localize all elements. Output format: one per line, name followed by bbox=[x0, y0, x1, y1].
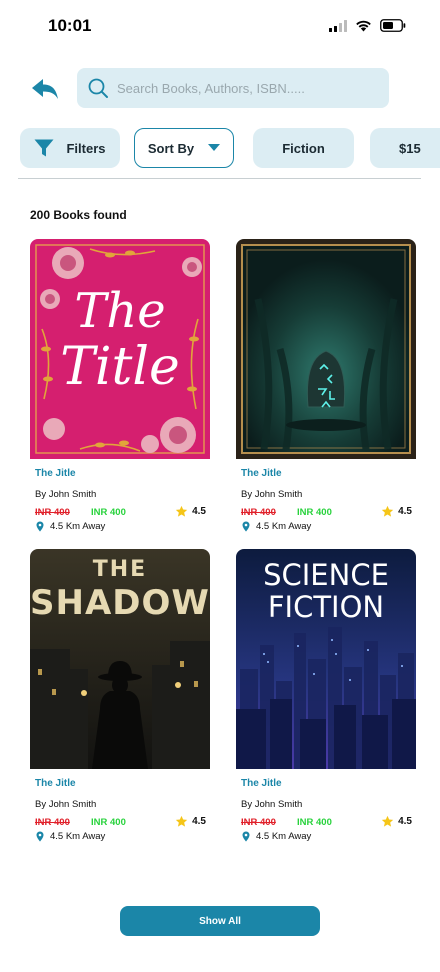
distance-value: 4.5 Km Away bbox=[50, 521, 106, 532]
cover-title-line-2: FICTION bbox=[267, 590, 385, 624]
distance: 4.5 Km Away bbox=[242, 521, 311, 532]
book-card[interactable]: THE SHADOW The Jitle By John Smith INR 4… bbox=[30, 549, 210, 849]
location-pin-icon bbox=[242, 831, 250, 842]
discounted-price: INR 400 bbox=[297, 817, 332, 828]
cover-title-line-1: SCIENCE bbox=[263, 558, 389, 592]
location-pin-icon bbox=[36, 521, 44, 532]
star-icon bbox=[381, 505, 394, 517]
status-time: 10:01 bbox=[48, 16, 92, 35]
divider bbox=[18, 178, 421, 179]
distance: 4.5 Km Away bbox=[36, 831, 105, 842]
fiction-label: Fiction bbox=[282, 140, 325, 156]
battery-icon bbox=[380, 19, 406, 32]
book-title[interactable]: The Jitle bbox=[241, 778, 282, 789]
distance: 4.5 Km Away bbox=[242, 831, 311, 842]
filter-icon bbox=[34, 139, 54, 157]
rating-value: 4.5 bbox=[192, 506, 206, 517]
original-price: INR 400 bbox=[241, 817, 276, 828]
cover-title-text: THE SHADOW bbox=[30, 557, 210, 623]
filter-chips-row: Filters Sort By Fiction $15 bbox=[20, 128, 440, 168]
star-icon bbox=[175, 815, 188, 827]
price-chip[interactable]: $15 bbox=[370, 128, 440, 168]
sort-by-label: Sort By bbox=[147, 140, 195, 156]
book-title[interactable]: The Jitle bbox=[35, 778, 76, 789]
book-title[interactable]: The Jitle bbox=[35, 468, 76, 479]
distance: 4.5 Km Away bbox=[36, 521, 105, 532]
rating: 4.5 bbox=[175, 505, 206, 518]
fiction-chip[interactable]: Fiction bbox=[253, 128, 354, 168]
cover-title-text: SCIENCE FICTION bbox=[236, 559, 416, 623]
cover-title-text: The Title bbox=[30, 285, 210, 397]
discounted-price: INR 400 bbox=[91, 507, 126, 518]
wifi-icon bbox=[356, 20, 371, 31]
filters-button[interactable]: Filters bbox=[20, 128, 120, 168]
rating: 4.5 bbox=[381, 505, 412, 518]
back-arrow-icon bbox=[32, 79, 58, 99]
search-input[interactable] bbox=[117, 68, 377, 108]
price-label: $15 bbox=[399, 140, 421, 156]
location-pin-icon bbox=[242, 521, 250, 532]
search-bar[interactable] bbox=[77, 68, 389, 108]
rating: 4.5 bbox=[381, 815, 412, 828]
location-pin-icon bbox=[36, 831, 44, 842]
cellular-signal-icon bbox=[329, 19, 347, 32]
book-title[interactable]: The Jitle bbox=[241, 468, 282, 479]
book-card[interactable]: The Jitle By John Smith INR 400 INR 400 … bbox=[236, 239, 416, 539]
distance-value: 4.5 Km Away bbox=[50, 831, 106, 842]
distance-value: 4.5 Km Away bbox=[256, 521, 312, 532]
sort-by-dropdown[interactable]: Sort By bbox=[134, 128, 234, 168]
rating-value: 4.5 bbox=[398, 506, 412, 517]
rating: 4.5 bbox=[175, 815, 206, 828]
book-cover[interactable]: The Title bbox=[30, 239, 210, 459]
book-card[interactable]: The Title The Jitle By John Smith INR 40… bbox=[30, 239, 210, 539]
back-button[interactable] bbox=[28, 72, 64, 108]
rating-value: 4.5 bbox=[192, 816, 206, 827]
cover-title-line-1: The bbox=[74, 283, 166, 339]
results-count: 200 Books found bbox=[30, 208, 127, 222]
rating-value: 4.5 bbox=[398, 816, 412, 827]
filters-label: Filters bbox=[66, 140, 106, 156]
discounted-price: INR 400 bbox=[91, 817, 126, 828]
status-icons bbox=[329, 19, 406, 32]
star-icon bbox=[175, 505, 188, 517]
status-bar: 10:01 bbox=[0, 0, 440, 50]
book-author: By John Smith bbox=[241, 799, 303, 810]
star-icon bbox=[381, 815, 394, 827]
cover-title-line-1: THE bbox=[92, 557, 148, 582]
show-all-button[interactable]: Show All bbox=[120, 906, 320, 936]
book-cover[interactable]: SCIENCE FICTION bbox=[236, 549, 416, 769]
book-author: By John Smith bbox=[241, 489, 303, 500]
book-author: By John Smith bbox=[35, 799, 97, 810]
cover-title-line-2: Title bbox=[60, 337, 180, 397]
cover-title-line-2: SHADOW bbox=[30, 583, 210, 623]
chevron-down-icon bbox=[208, 144, 221, 151]
original-price: INR 400 bbox=[35, 507, 70, 518]
distance-value: 4.5 Km Away bbox=[256, 831, 312, 842]
discounted-price: INR 400 bbox=[297, 507, 332, 518]
search-icon bbox=[88, 78, 108, 98]
book-cover[interactable] bbox=[236, 239, 416, 459]
book-card[interactable]: SCIENCE FICTION The Jitle By John Smith … bbox=[236, 549, 416, 849]
original-price: INR 400 bbox=[241, 507, 276, 518]
book-cover[interactable]: THE SHADOW bbox=[30, 549, 210, 769]
book-author: By John Smith bbox=[35, 489, 97, 500]
original-price: INR 400 bbox=[35, 817, 70, 828]
forest-rune-cover-illustration bbox=[236, 239, 416, 459]
